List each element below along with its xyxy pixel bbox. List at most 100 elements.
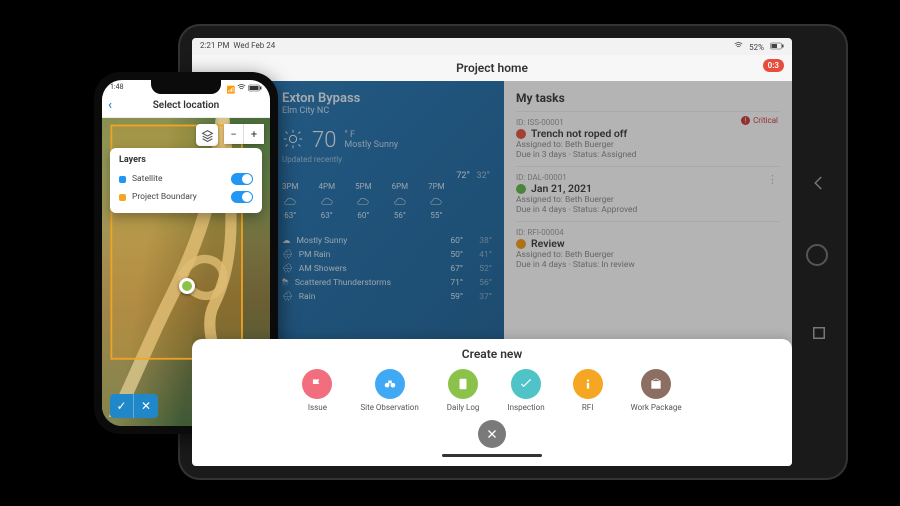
task-assignee: Assigned to: Beth Buerger	[516, 195, 780, 205]
cloud-icon: ☁	[282, 236, 291, 246]
task-name: Jan 21, 2021	[531, 182, 592, 195]
temp-condition: Mostly Sunny	[344, 141, 398, 151]
task-due-status: Due in 4 days · Status: In review	[516, 260, 780, 270]
wifi-icon	[237, 86, 248, 94]
layers-panel-title: Layers	[119, 155, 253, 165]
task-due-status: Due in 3 days · Status: Assigned	[516, 150, 780, 160]
layer-label: Satellite	[132, 174, 162, 184]
rain-icon: 🌧	[282, 264, 293, 274]
battery-percent: 52%	[749, 43, 764, 52]
toggle-switch[interactable]	[231, 191, 253, 203]
battery-icon	[770, 43, 784, 52]
layer-label: Project Boundary	[132, 192, 197, 202]
phone-page-header: ‹ Select location	[102, 96, 270, 118]
forecast-row: 🌧AM Showers67° 52°	[282, 262, 492, 276]
close-sheet-button[interactable]	[478, 420, 506, 448]
layer-color-swatch	[119, 194, 126, 201]
task-item[interactable]: ⋮ ID: DAL-00001 Jan 21, 2021 Assigned to…	[516, 166, 780, 221]
battery-icon	[248, 86, 262, 94]
phone-notch	[151, 80, 221, 94]
task-assignee: Assigned to: Beth Buerger	[516, 250, 780, 260]
status-time: 1:48	[110, 83, 124, 94]
alert-icon: !	[741, 116, 750, 125]
task-item[interactable]: !Critical ID: ISS-00001 Trench not roped…	[516, 111, 780, 166]
status-dot-icon	[516, 239, 526, 249]
tablet-home-hw-button[interactable]	[806, 244, 828, 266]
tablet-multitask-hw-button[interactable]	[810, 324, 828, 342]
status-dot-icon	[516, 184, 526, 194]
create-site-observation-button[interactable]: Site Observation	[360, 369, 418, 412]
task-name: Trench not roped off	[531, 127, 627, 140]
layer-color-swatch	[119, 176, 126, 183]
hour-slot: 7PM55°	[428, 182, 445, 220]
more-icon[interactable]: ⋮	[767, 173, 778, 186]
today-high: 72°	[456, 171, 469, 181]
rain-icon: 🌧	[282, 292, 293, 302]
create-new-sheet: Create new Issue Site Observation Daily …	[192, 339, 792, 466]
forecast-row: 🌧PM Rain50° 41°	[282, 248, 492, 262]
create-inspection-button[interactable]: Inspection	[507, 369, 544, 412]
task-id: ID: DAL-00001	[516, 173, 780, 182]
page-title: Project home	[456, 61, 528, 75]
hour-slot: 5PM60°	[355, 182, 372, 220]
my-tasks-title: My tasks	[516, 91, 780, 105]
tablet-status-bar: 2:21 PM Wed Feb 24 52%	[192, 38, 792, 55]
forecast-list: ☁Mostly Sunny60° 38° 🌧PM Rain50° 41° 🌧AM…	[282, 234, 492, 304]
create-issue-button[interactable]: Issue	[302, 369, 332, 412]
layer-row-satellite[interactable]: Satellite	[119, 170, 253, 188]
package-icon	[641, 369, 671, 399]
flag-icon	[302, 369, 332, 399]
screen-record-indicator[interactable]: 0:3	[763, 59, 784, 72]
hour-slot: 3PM63°	[282, 182, 299, 220]
storm-icon: ⛈	[282, 278, 289, 288]
tablet-screen: 2:21 PM Wed Feb 24 52% Project home 0:3 …	[192, 38, 792, 466]
status-time: 2:21 PM	[200, 41, 229, 50]
task-name: Review	[531, 237, 565, 250]
status-date: Wed Feb 24	[233, 41, 275, 50]
task-item[interactable]: ID: RFI-00004 Review Assigned to: Beth B…	[516, 221, 780, 276]
task-due-status: Due in 4 days · Status: Approved	[516, 205, 780, 215]
create-new-title: Create new	[192, 347, 792, 361]
tablet-page-header: Project home 0:3	[192, 55, 792, 81]
layers-panel: Layers Satellite Project Boundary	[110, 148, 262, 213]
page-title: Select location	[153, 100, 220, 111]
confirm-location-control: ✓ ✕	[110, 394, 158, 418]
hourly-forecast: 3PM63° 4PM63° 5PM60° 6PM56° 7PM55°	[282, 182, 492, 220]
zoom-control: − +	[224, 124, 264, 144]
critical-badge: !Critical	[741, 116, 778, 125]
toggle-switch[interactable]	[231, 173, 253, 185]
hour-slot: 4PM63°	[319, 182, 336, 220]
current-temp: 70	[312, 128, 336, 153]
today-low: 32°	[477, 171, 490, 181]
status-dot-icon	[516, 129, 526, 139]
binoculars-icon	[375, 369, 405, 399]
create-daily-log-button[interactable]: Daily Log	[447, 369, 480, 412]
project-location: Elm City NC	[282, 106, 492, 116]
layer-row-project-boundary[interactable]: Project Boundary	[119, 188, 253, 206]
notebook-icon	[448, 369, 478, 399]
cancel-button[interactable]: ✕	[134, 394, 158, 418]
zoom-in-button[interactable]: +	[244, 124, 264, 144]
task-id: ID: RFI-00004	[516, 228, 780, 237]
checklist-icon	[511, 369, 541, 399]
tablet-device: 2:21 PM Wed Feb 24 52% Project home 0:3 …	[178, 24, 848, 480]
home-indicator[interactable]	[442, 454, 542, 457]
forecast-row: 🌧Rain59° 37°	[282, 290, 492, 304]
rain-icon: 🌧	[282, 250, 293, 260]
tablet-back-hw-button[interactable]	[810, 174, 828, 192]
wifi-icon	[734, 43, 745, 52]
create-work-package-button[interactable]: Work Package	[631, 369, 682, 412]
hour-slot: 6PM56°	[392, 182, 409, 220]
zoom-out-button[interactable]: −	[224, 124, 244, 144]
forecast-row: ☁Mostly Sunny60° 38°	[282, 234, 492, 248]
layers-toggle-button[interactable]	[196, 124, 218, 146]
updated-label: Updated recently	[282, 155, 492, 164]
back-button[interactable]: ‹	[108, 98, 112, 113]
signal-icon: 📶	[227, 86, 236, 94]
create-rfi-button[interactable]: RFI	[573, 369, 603, 412]
sun-icon	[282, 128, 304, 153]
info-icon	[573, 369, 603, 399]
project-name: Exton Bypass	[282, 91, 492, 106]
confirm-button[interactable]: ✓	[110, 394, 134, 418]
task-assignee: Assigned to: Beth Buerger	[516, 140, 780, 150]
